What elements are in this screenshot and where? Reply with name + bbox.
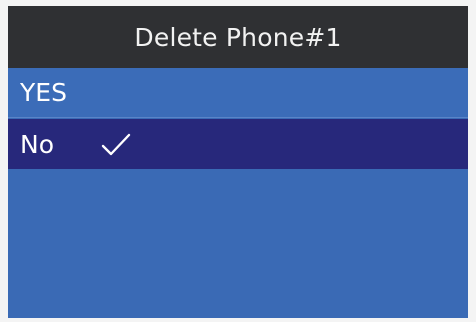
dialog-title: Delete Phone#1 bbox=[8, 6, 468, 68]
option-no[interactable]: No bbox=[8, 119, 468, 169]
checkmark-icon bbox=[99, 130, 133, 158]
delete-phone-dialog: Delete Phone#1 YES No bbox=[8, 6, 468, 318]
empty-list-area bbox=[8, 169, 468, 318]
option-yes[interactable]: YES bbox=[8, 68, 468, 118]
option-no-label: No bbox=[20, 129, 54, 159]
option-yes-label: YES bbox=[20, 78, 67, 107]
